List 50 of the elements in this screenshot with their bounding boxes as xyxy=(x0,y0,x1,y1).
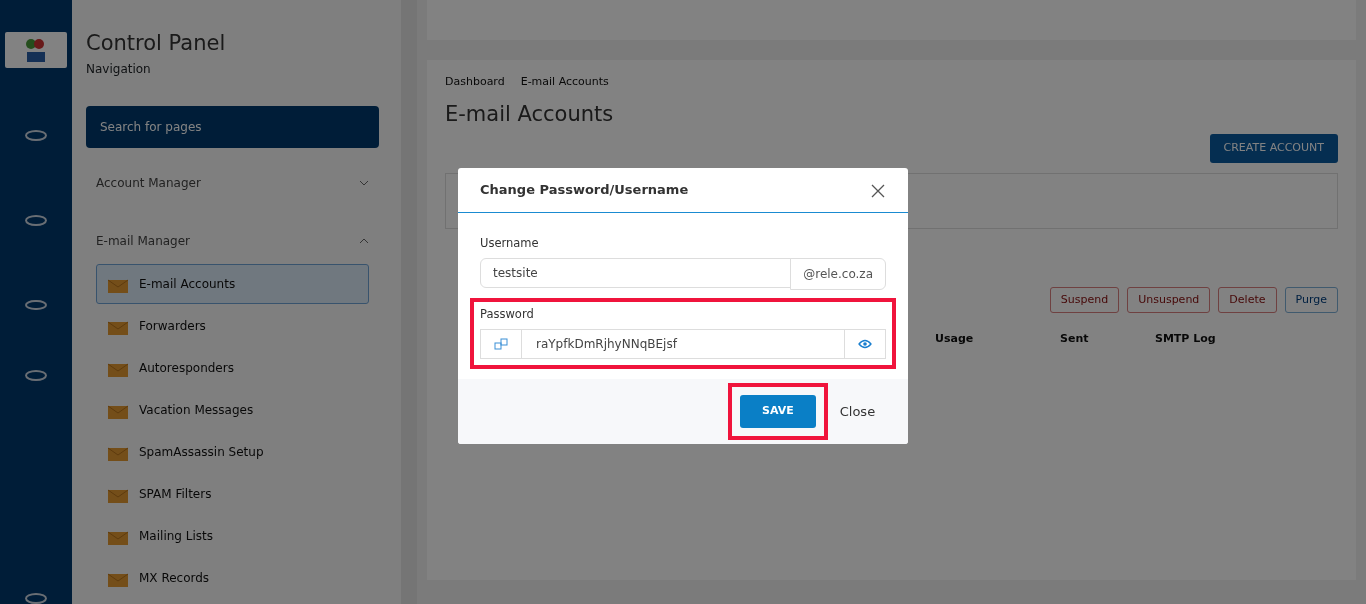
action-button[interactable]: Suspend xyxy=(1049,286,1120,313)
sidebar-item[interactable]: Autoresponders xyxy=(96,347,369,388)
eye-icon xyxy=(858,339,872,349)
squares-icon xyxy=(494,338,508,350)
nav-icon[interactable] xyxy=(25,370,47,382)
section-header[interactable]: Account Manager xyxy=(86,161,379,204)
logo xyxy=(5,32,67,68)
username-field[interactable]: testsite xyxy=(480,257,792,288)
breadcrumb-item[interactable]: Dashboard xyxy=(445,74,505,91)
sidebar-item[interactable]: Forwarders xyxy=(96,305,369,346)
nav-icon[interactable] xyxy=(25,130,47,141)
item-label: Mailing Lists xyxy=(139,527,213,545)
field-label: Password xyxy=(480,305,535,323)
field-label: Username xyxy=(480,234,540,252)
breadcrumb-item: E-mail Accounts xyxy=(520,74,609,90)
settings-icon[interactable] xyxy=(25,593,47,604)
item-label: MX Records xyxy=(139,569,210,587)
generate-button[interactable] xyxy=(480,329,522,359)
column-header[interactable]: Sent xyxy=(1060,331,1155,348)
sidebar-item[interactable]: SPAM Filters xyxy=(96,473,369,514)
show-password-button[interactable] xyxy=(844,329,886,359)
action-button[interactable]: Unsuspend xyxy=(1127,286,1211,313)
page-title: E-mail Accounts xyxy=(445,100,615,128)
item-label: SpamAssassin Setup xyxy=(139,443,264,461)
item-label: E-mail Accounts xyxy=(139,275,236,293)
sidebar-title: Control Panel xyxy=(86,30,227,57)
create-button[interactable]: CREATE ACCOUNT xyxy=(1209,134,1338,163)
nav-icon[interactable] xyxy=(25,214,47,226)
save-button[interactable]: SAVE xyxy=(740,395,816,428)
password-field[interactable]: raYpfkDmRjhyNNqBEjsf xyxy=(521,329,845,359)
dialog-title: Change Password/Username xyxy=(480,181,689,199)
sidebar-item[interactable]: Mailing Lists xyxy=(96,515,369,556)
search-field[interactable]: Search for pages xyxy=(86,105,379,148)
sidebar-item[interactable]: MX Records xyxy=(96,557,369,598)
section-header[interactable]: E-mail Manager xyxy=(86,219,379,262)
column-header[interactable]: Usage xyxy=(935,331,1060,348)
nav-icon[interactable] xyxy=(25,299,47,311)
sidebar-item[interactable]: Vacation Messages xyxy=(96,389,369,430)
column-header[interactable]: SMTP Log xyxy=(1155,331,1275,348)
domain-suffix: @rele.co.za xyxy=(790,257,886,290)
action-button[interactable]: Purge xyxy=(1284,286,1338,313)
sidebar-item[interactable]: E-mail Accounts xyxy=(96,263,369,304)
item-label: SPAM Filters xyxy=(139,485,212,503)
item-label: Autoresponders xyxy=(139,359,234,377)
item-label: Forwarders xyxy=(139,317,206,335)
item-label: Vacation Messages xyxy=(139,401,254,419)
sidebar-item[interactable]: SpamAssassin Setup xyxy=(96,431,369,472)
close-link[interactable]: Close xyxy=(833,400,882,422)
action-button[interactable]: Delete xyxy=(1218,286,1277,313)
sidebar-subtitle: Navigation xyxy=(86,60,152,78)
